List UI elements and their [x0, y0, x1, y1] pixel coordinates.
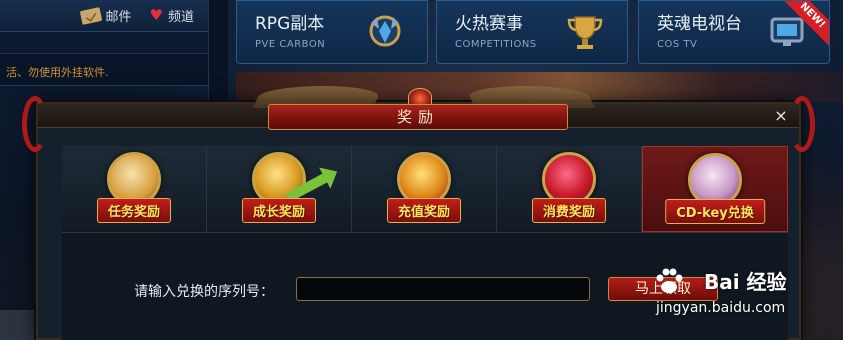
watermark: Bai 经验 jingyan.baidu.com [654, 266, 840, 322]
trophy-icon [567, 16, 603, 49]
tab-label: 充值奖励 [386, 198, 462, 223]
tab-spending-reward[interactable]: 消费奖励 [497, 146, 642, 232]
mail-label: 邮件 [105, 10, 132, 25]
tab-label: 成长奖励 [241, 198, 317, 223]
close-button[interactable]: × [771, 106, 791, 126]
tile-subtitle: PVE CARBON [255, 39, 326, 50]
tab-recharge-reward[interactable]: 充值奖励 [352, 146, 497, 232]
serial-number-input[interactable] [296, 277, 590, 301]
emblem-icon [369, 15, 401, 47]
heart-icon: ♥ [149, 6, 163, 24]
dialog-title: 奖励 [268, 104, 568, 130]
notice-text: 活、勿使用外挂软件. [6, 66, 109, 79]
tab-task-reward[interactable]: 任务奖励 [62, 146, 207, 232]
tile-title: RPG副本 [255, 14, 325, 34]
tile-title: 火热赛事 [455, 14, 523, 34]
tile-rpg-dungeon[interactable]: RPG副本 PVE CARBON [236, 0, 428, 64]
tile-cos-tv[interactable]: 英魂电视台 COS TV NEW! [638, 0, 830, 64]
tab-label: CD-key兑换 [665, 199, 765, 224]
top-left-bar: 邮件 ♥ 频道 [0, 0, 208, 32]
tile-title: 英魂电视台 [657, 14, 742, 34]
mail-link[interactable]: 邮件 [79, 6, 132, 25]
tile-competitions[interactable]: 火热赛事 COMPETITIONS [436, 0, 628, 64]
dialog-header: 奖励 × [38, 86, 799, 130]
left-bottom-panel [0, 310, 36, 340]
watermark-brand: Bai 经验 [704, 270, 787, 294]
tile-subtitle: COS TV [657, 39, 698, 50]
tab-growth-reward[interactable]: 成长奖励 [207, 146, 352, 232]
channel-label: 频道 [167, 10, 194, 25]
mail-icon [79, 6, 102, 25]
notice-bar: 活、勿使用外挂软件. [0, 54, 208, 86]
serial-input-label: 请输入兑换的序列号： [134, 284, 274, 300]
top-divider [0, 32, 208, 54]
paw-icon [656, 268, 683, 293]
reward-tabs: 任务奖励 成长奖励 充值奖励 消费奖励 CD-key兑换 [62, 146, 788, 232]
tab-label: 任务奖励 [96, 198, 172, 223]
channel-link[interactable]: ♥ 频道 [149, 6, 194, 26]
tile-subtitle: COMPETITIONS [455, 39, 537, 50]
watermark-url: jingyan.baidu.com [656, 300, 786, 316]
tab-label: 消费奖励 [531, 198, 607, 223]
tab-cdkey-redeem[interactable]: CD-key兑换 [642, 146, 788, 232]
